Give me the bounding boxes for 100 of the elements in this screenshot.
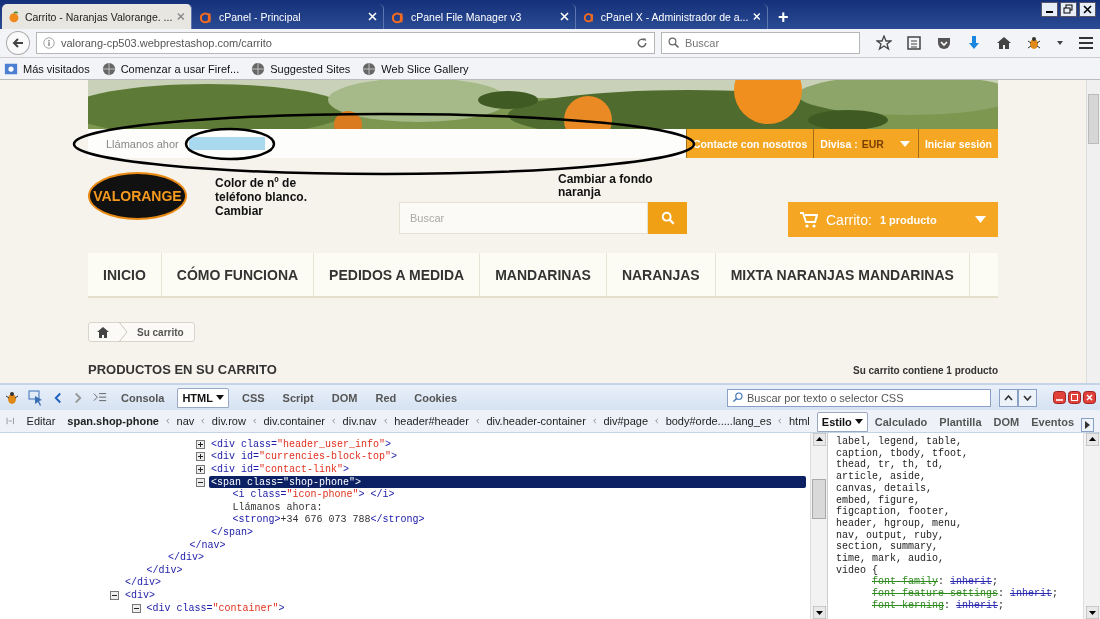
collapse-icon[interactable] [131,603,141,613]
devtools-tab[interactable]: CSS [236,387,270,408]
side-panel-tab[interactable]: Eventos [1026,412,1079,432]
code-line: </div> [124,576,162,590]
side-panel-tab[interactable]: Plantilla [934,412,987,432]
expand-icon[interactable] [196,439,205,449]
logo[interactable]: VALORANGE [88,172,187,220]
devtools-tab[interactable]: Script [277,387,319,408]
bookmark-link[interactable]: Web Slice Gallery [362,61,469,76]
caret-icon [215,394,224,401]
search-field[interactable]: Buscar [660,32,860,54]
scroll-up-icon[interactable] [812,433,826,446]
menu-icon [1078,35,1094,51]
menu-item[interactable]: MIXTA NARANJAS MANDARINAS [715,253,970,296]
globe-icon [362,61,377,76]
css-selector: article, aside, [836,471,927,483]
globe-icon [101,61,116,76]
breadcrumb[interactable]: Su carrito [88,322,195,342]
back-button[interactable] [6,31,30,55]
expand-icon[interactable] [196,452,205,462]
bug-icon [1026,35,1042,51]
code-line[interactable]: <div id="currencies-block-top"> [209,450,400,464]
element-path-item[interactable]: div#page [603,415,649,427]
browser-tab[interactable]: Carrito - Naranjas Valorange. ... [2,4,192,29]
new-tab-button[interactable]: + [770,5,797,29]
code-line[interactable]: <div id="contact-link"> [209,463,352,476]
element-path-item[interactable]: header#header [394,415,469,427]
next-button[interactable] [1018,388,1037,407]
css-selector: embed, figure, [836,494,921,506]
css-property[interactable]: font-family: inherit; [836,576,1083,589]
annotation-text: Color de nº de teléfono blanco. Cambiar [215,176,308,218]
element-path-item[interactable]: div.header-container [486,415,586,427]
minimize-icon[interactable] [1041,2,1058,17]
devtools-tab[interactable]: Consola [116,387,170,408]
scroll-down-icon[interactable] [1085,606,1099,619]
code-line: </div> [145,563,184,577]
chevron-down-icon [1023,394,1032,401]
home-icon [996,35,1012,51]
code-line[interactable]: <div class="header_user_info"> [209,438,394,451]
scroll-down-icon[interactable] [812,606,826,619]
devtools-tab[interactable]: DOM [326,387,363,408]
menu-item[interactable]: PEDIDOS A MEDIDA [314,253,481,296]
edit-button[interactable]: Editar [21,411,61,431]
bookmark-link[interactable]: Suggested Sites [251,61,351,76]
css-selector: video { [836,564,879,576]
css-property[interactable]: font-kerning: inherit; [836,599,1083,612]
element-path-item[interactable]: nav [176,415,195,427]
css-selector: section, summary, [836,541,940,553]
search-field[interactable]: Buscar por texto o selector CSS [727,388,991,407]
menu-item[interactable]: INICIO [88,253,162,296]
bookmark-link[interactable]: Más visitados [4,61,90,76]
code-line[interactable]: <div> [123,589,157,602]
minimize-icon[interactable] [1053,391,1066,404]
annotation-text: Cambiar a fondo naranja [558,173,654,199]
scrollbar[interactable] [1083,433,1100,619]
collapse-icon[interactable] [110,590,119,600]
address-bar[interactable]: valorang-cp503.webprestashop.com/carrito [35,32,655,54]
close-icon[interactable] [1083,391,1096,404]
close-icon[interactable] [1079,2,1096,17]
element-path-item[interactable]: body#orde.....lang_es [665,415,772,427]
previous-button[interactable] [999,388,1018,407]
scrollbar-thumb[interactable] [812,479,826,519]
code-line[interactable]: <i class="icon-phone"> </i> [230,488,397,501]
menu-item[interactable]: NARANJAS [606,253,716,296]
bookmark-link[interactable]: Comenzar a usar Firef... [101,61,240,76]
menu-item[interactable]: MANDARINAS [480,253,607,296]
element-path-item[interactable]: span.shop-phone [67,415,159,427]
css-property[interactable]: font-feature-settings: inherit; [836,588,1083,600]
code-line[interactable]: <div class="container"> [144,601,287,615]
devtools-tab[interactable]: Red [370,387,402,408]
element-path-item[interactable]: html [789,415,810,427]
code-line: </span> [210,526,254,539]
scroll-up-icon[interactable] [1085,433,1099,446]
side-panel-tab[interactable]: Calculado [869,412,933,432]
side-panel-tab[interactable]: Estilo [816,412,868,432]
url-text: valorang-cp503.webprestashop.com/carrito [60,37,273,49]
css-selector: header, hgroup, menu, [836,517,964,530]
element-path-item[interactable]: div.row [211,415,246,427]
close-icon [368,12,377,21]
inspect-icon [28,389,44,406]
restore-icon[interactable] [1060,2,1077,17]
collapse-icon[interactable] [196,477,205,487]
devtools-tab[interactable]: HTML [177,387,229,408]
devtools-tab[interactable]: Cookies [409,387,462,408]
element-path-item[interactable]: div.container [263,415,325,427]
expand-icon[interactable] [196,465,205,474]
currency-dropdown[interactable]: Divisa : EUR [813,129,918,158]
css-selector: canvas, details, [836,482,933,495]
chevron-left-icon [475,417,480,425]
code-line[interactable]: <strong>+34 676 073 788</strong> [230,513,427,527]
chevron-left-icon [201,417,205,425]
cpanel-logo-icon [392,9,406,24]
side-panel-tab[interactable]: DOM [988,412,1025,432]
scrollbar[interactable] [810,433,827,619]
css-selector: nav, output, ruby, [836,529,946,541]
more-tabs-button[interactable] [1081,418,1094,432]
detach-icon[interactable] [1068,391,1081,404]
menu-item[interactable]: CÓMO FUNCIONA [161,253,315,296]
scrollbar[interactable] [1086,80,1100,383]
element-path-item[interactable]: div.nav [342,415,377,427]
